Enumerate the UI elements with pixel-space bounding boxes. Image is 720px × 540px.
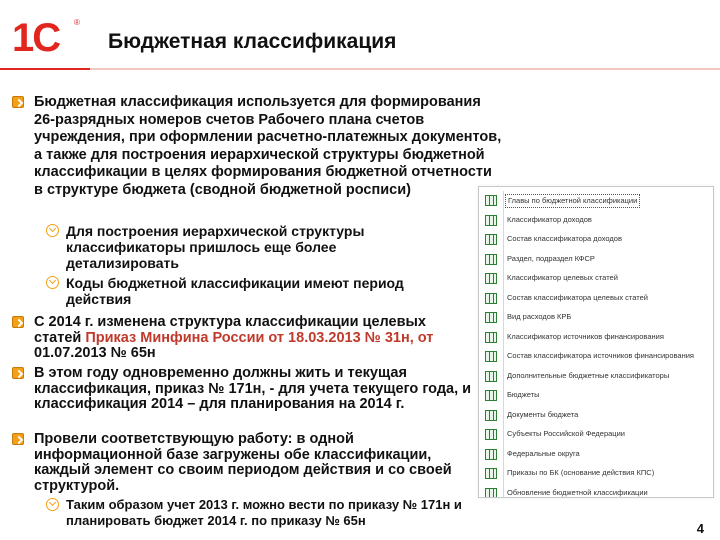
- table-icon: [485, 409, 497, 421]
- panel-item[interactable]: Документы бюджета: [479, 405, 713, 426]
- row-separator: [503, 366, 504, 387]
- panel-item-label: Состав классификатора источников финанси…: [507, 351, 694, 360]
- subpoint-3: Таким образом учет 2013 г. можно вести п…: [66, 497, 462, 528]
- panel-item-label: Состав классификатора целевых статей: [507, 292, 648, 302]
- row-separator: [503, 444, 504, 465]
- panel-item[interactable]: Классификатор доходов: [479, 210, 713, 231]
- panel-item[interactable]: Классификатор источников финансирования: [479, 327, 713, 348]
- table-icon: [485, 448, 497, 460]
- panel-item[interactable]: Состав классификатора источников финанси…: [479, 347, 713, 367]
- panel-item-label: Главы по бюджетной классификации: [505, 194, 641, 208]
- paragraph-2-suffix: 01.07.2013 № 65н: [34, 345, 156, 361]
- row-separator: [503, 347, 504, 367]
- chevron-down-icon: [46, 498, 59, 511]
- table-icon: [485, 331, 497, 343]
- row-separator: [503, 210, 504, 231]
- table-icon: [485, 429, 497, 440]
- panel-item-label: Вид расходов КРБ: [507, 312, 572, 321]
- row-separator: [503, 464, 504, 484]
- panel-item-label: Дополнительные бюджетные классификаторы: [507, 370, 670, 380]
- page-number: 4: [696, 521, 704, 536]
- panel-item-label: Классификатор источников финансирования: [507, 331, 664, 341]
- table-icon: [485, 390, 497, 401]
- panel-item-label: Бюджеты: [507, 390, 540, 399]
- bullet-icon: [12, 96, 24, 108]
- row-separator: [503, 191, 504, 211]
- paragraph-2: С 2014 г. изменена структура классификац…: [34, 314, 474, 362]
- row-separator: [503, 288, 504, 309]
- panel-item[interactable]: Состав классификатора целевых статей: [479, 288, 713, 309]
- subpoint-1: Для построения иерархической структуры к…: [66, 223, 365, 271]
- table-icon: [485, 370, 497, 382]
- paragraph-3: В этом году одновременно должны жить и т…: [34, 365, 472, 412]
- table-icon: [485, 292, 497, 304]
- table-icon: [485, 468, 497, 479]
- panel-item[interactable]: Состав классификатора доходов: [479, 230, 713, 250]
- panel-item[interactable]: Приказы по БК (основание действия КПС): [479, 464, 713, 484]
- row-separator: [503, 386, 504, 406]
- panel-item[interactable]: Федеральные округа: [479, 444, 713, 465]
- panel-item[interactable]: Классификатор целевых статей: [479, 269, 713, 289]
- panel-item-label: Раздел, подраздел КФСР: [507, 253, 595, 263]
- panel-item[interactable]: Бюджеты: [479, 386, 713, 406]
- classifiers-panel: Главы по бюджетной классификации Классиф…: [478, 186, 714, 498]
- table-icon: [485, 487, 497, 497]
- panel-item-label: Классификатор доходов: [507, 214, 592, 224]
- panel-item-label: Классификатор целевых статей: [507, 273, 618, 282]
- panel-item-label: Субъекты Российской Федерации: [507, 429, 625, 438]
- bullet-icon: [12, 367, 24, 379]
- panel-item[interactable]: Субъекты Российской Федерации: [479, 425, 713, 445]
- bullet-icon: [12, 433, 24, 445]
- panel-item-label: Приказы по БК (основание действия КПС): [507, 468, 655, 477]
- chevron-down-icon: [46, 276, 59, 289]
- row-separator: [503, 327, 504, 348]
- panel-item[interactable]: Обновление бюджетной классификации: [479, 483, 713, 497]
- row-separator: [503, 269, 504, 289]
- paragraph-1: Бюджетная классификация используется для…: [34, 94, 502, 198]
- subpoint-2: Коды бюджетной классификации имеют перио…: [66, 275, 404, 307]
- panel-item-label: Документы бюджета: [507, 409, 579, 419]
- row-separator: [503, 249, 504, 270]
- table-icon: [485, 195, 497, 206]
- panel-item[interactable]: Главы по бюджетной классификации: [479, 191, 713, 211]
- row-separator: [503, 425, 504, 445]
- table-icon: [485, 273, 497, 284]
- panel-item[interactable]: Дополнительные бюджетные классификаторы: [479, 366, 713, 387]
- row-separator: [503, 308, 504, 328]
- chevron-down-icon: [46, 224, 59, 237]
- row-separator: [503, 405, 504, 426]
- panel-item[interactable]: Раздел, подраздел КФСР: [479, 249, 713, 270]
- row-separator: [503, 230, 504, 250]
- panel-item-label: Состав классификатора доходов: [507, 234, 622, 243]
- panel-item-label: Федеральные округа: [507, 448, 580, 458]
- table-icon: [485, 253, 497, 265]
- paragraph-4: Провели соответствующую работу: в одной …: [34, 431, 452, 494]
- table-icon: [485, 351, 497, 362]
- bullet-icon: [12, 316, 24, 328]
- order-reference-link: Приказ Минфина России от 18.03.2013 № 31…: [85, 329, 434, 346]
- table-icon: [485, 214, 497, 226]
- table-icon: [485, 312, 497, 323]
- panel-item[interactable]: Вид расходов КРБ: [479, 308, 713, 328]
- row-separator: [503, 483, 504, 497]
- panel-item-label: Обновление бюджетной классификации: [507, 487, 648, 497]
- table-icon: [485, 234, 497, 245]
